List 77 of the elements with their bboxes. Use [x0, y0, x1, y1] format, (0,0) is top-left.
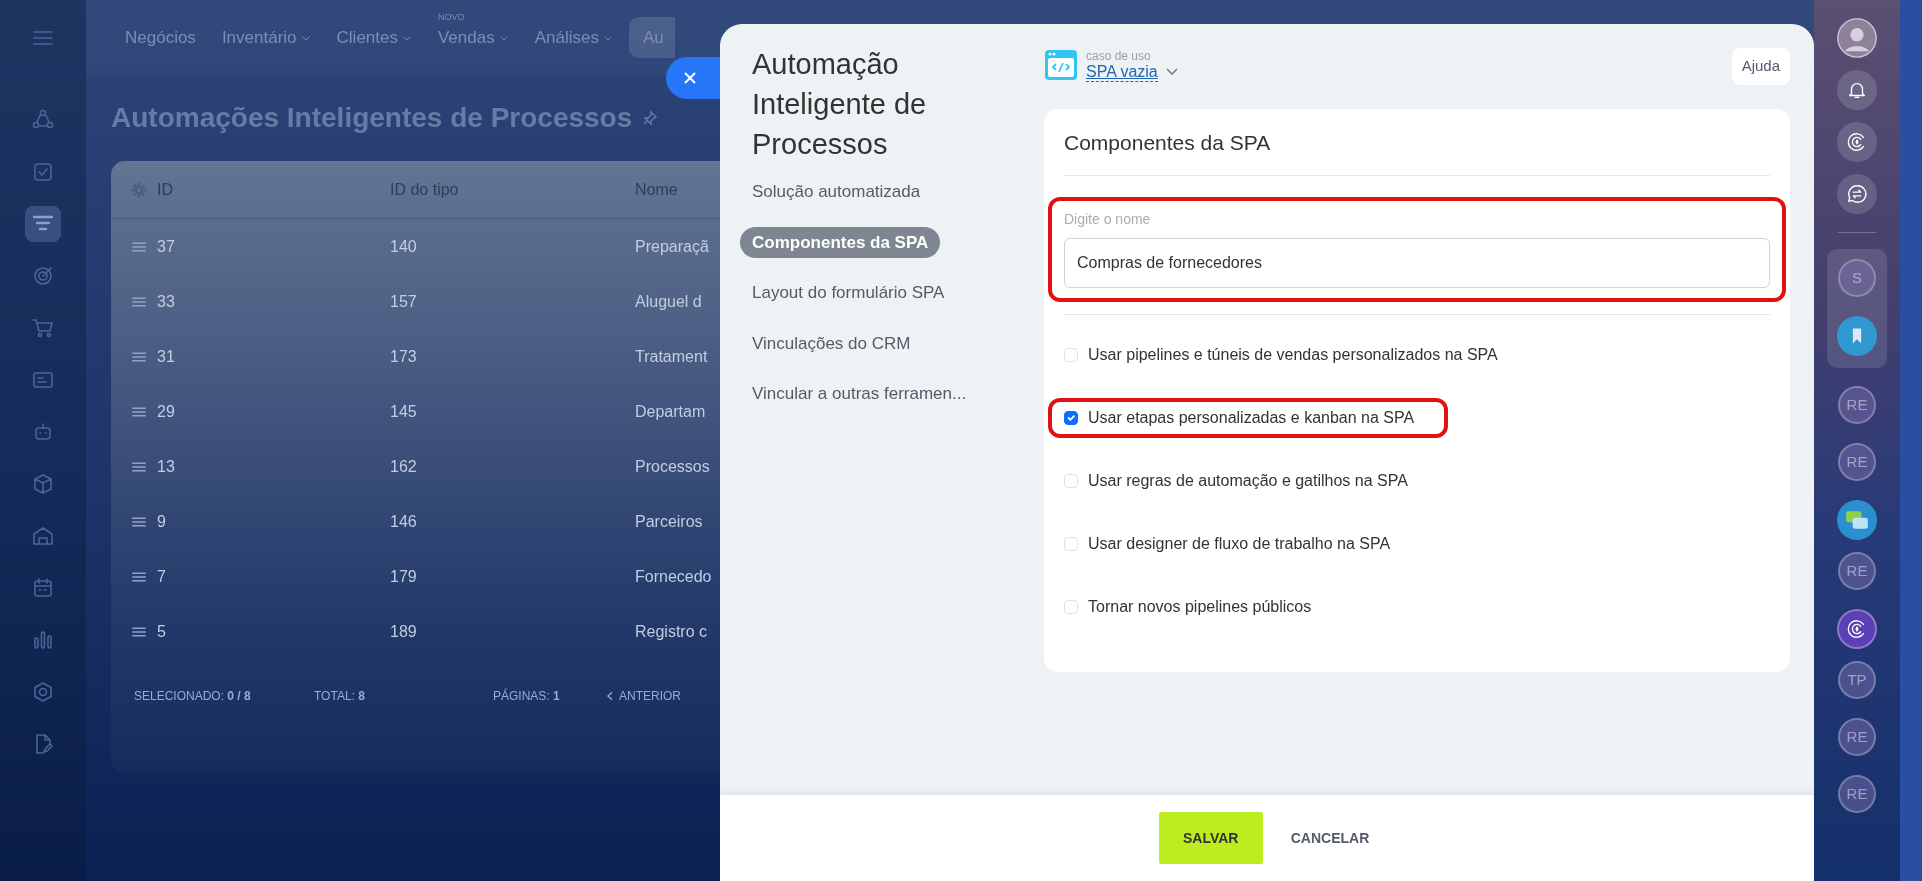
table-cell-text: 29 [157, 401, 176, 422]
contact-avatar[interactable]: RE [1838, 718, 1876, 756]
name-link[interactable]: Tratament [635, 347, 708, 365]
nav-item[interactable]: Componentes da SPA [740, 226, 941, 258]
name-link[interactable]: Aluguel d [635, 292, 702, 310]
table-cell-text: 162 [390, 456, 418, 477]
nav-item[interactable]: Layout do formulário SPA [740, 277, 957, 309]
name-link[interactable]: Departam [635, 402, 706, 420]
chevron-down-icon[interactable] [1165, 68, 1178, 76]
chart-icon[interactable] [31, 628, 55, 652]
total-count: TOTAL: 8 [314, 688, 366, 705]
code-window-icon [1044, 48, 1078, 82]
hexagon-icon[interactable] [31, 680, 55, 704]
page-count: PÁGINAS: 1 [493, 687, 561, 705]
table-cell-text: 13 [157, 456, 176, 477]
table-cell-text: 157 [390, 291, 418, 312]
name-link[interactable]: Parceiros [635, 512, 703, 530]
nav-item[interactable]: Solução automatizada [740, 176, 933, 208]
checkbox-label: Usar etapas personalizadas e kanban na SPA [1088, 408, 1415, 428]
table-cell-text: 146 [390, 511, 418, 532]
table-cell-text: 31 [157, 346, 176, 367]
table-cell-text: 179 [390, 566, 418, 587]
help-button[interactable]: Ajuda [1731, 48, 1790, 85]
table-cell-text: 9 [157, 511, 167, 532]
previous-link[interactable]: ANTERIOR [619, 687, 681, 705]
name-input[interactable]: Compras de fornecedores [1064, 238, 1770, 288]
close-icon [682, 70, 698, 86]
use-case-label: caso de uso [1086, 48, 1152, 63]
field-label: Digite o nome [1064, 210, 1152, 229]
nav-tab[interactable]: Clientes [336, 24, 412, 51]
table-cell-text: 7 [157, 566, 167, 587]
name-link[interactable]: Preparaçã [635, 237, 709, 255]
name-link[interactable]: Fornecedo [635, 567, 712, 585]
nav-tab[interactable]: Inventário [221, 24, 311, 51]
card-title: Componentes da SPA [1064, 126, 1770, 176]
table-cell-text: 5 [157, 621, 167, 642]
selected-count: SELECIONADO: 0 / 8 [134, 688, 252, 705]
chevron-left-icon[interactable] [605, 690, 615, 702]
checkbox-icon[interactable] [31, 160, 55, 184]
chat-arrows-icon[interactable] [1846, 183, 1868, 205]
nav-tab[interactable]: Negócios [125, 24, 196, 51]
name-link[interactable]: Processos [635, 457, 710, 475]
checkbox[interactable] [1064, 411, 1078, 425]
checkbox-label: Usar regras de automação e gatilhos na SPA [1088, 471, 1408, 491]
table-cell-text: 145 [390, 401, 418, 422]
contact-avatar[interactable]: RE [1838, 386, 1876, 424]
new-label: NOVO [437, 10, 465, 24]
save-button[interactable]: SALVAR [1158, 812, 1263, 864]
table-cell-text: 140 [390, 236, 418, 257]
checkbox-label: Tornar novos pipelines públicos [1088, 597, 1312, 617]
checkbox-label: Usar designer de fluxo de trabalho na SPA [1088, 534, 1391, 554]
nav-tab[interactable]: Análises [534, 24, 613, 51]
cart-icon[interactable] [31, 316, 55, 340]
use-case-link[interactable]: SPA vazia [1086, 62, 1158, 82]
nav-item[interactable]: Vincular a outras ferramen... [740, 378, 979, 410]
table-cell-text: 37 [157, 236, 176, 257]
pin-icon[interactable] [642, 110, 659, 126]
contact-avatar[interactable]: TP [1838, 661, 1876, 699]
page-title: Automações Inteligentes de Processos [111, 101, 633, 135]
box-icon[interactable] [31, 472, 55, 496]
target-icon[interactable] [31, 264, 55, 288]
calendar-icon[interactable] [31, 576, 55, 600]
building-icon[interactable] [31, 524, 55, 548]
contact-avatar[interactable]: RE [1838, 443, 1876, 481]
table-cell-text: 33 [157, 291, 176, 312]
checkbox-label: Usar pipelines e túneis de vendas personalizados na SPA [1088, 345, 1498, 365]
contact-avatar[interactable]: RE [1838, 552, 1876, 590]
cancel-button[interactable]: CANCELAR [1284, 826, 1376, 850]
avatar[interactable] [1837, 18, 1877, 58]
gear-icon[interactable] [130, 180, 148, 199]
contact-avatar[interactable]: S [1838, 259, 1876, 297]
contact-avatar[interactable]: RE [1838, 775, 1876, 813]
panel-title: Automação Inteligente de Processos [751, 47, 928, 162]
table-cell-text: 189 [390, 621, 418, 642]
nav-item[interactable]: Vinculações do CRM [740, 327, 923, 359]
table-cell-text: 173 [390, 346, 418, 367]
name-link[interactable]: Registro c [635, 622, 708, 640]
